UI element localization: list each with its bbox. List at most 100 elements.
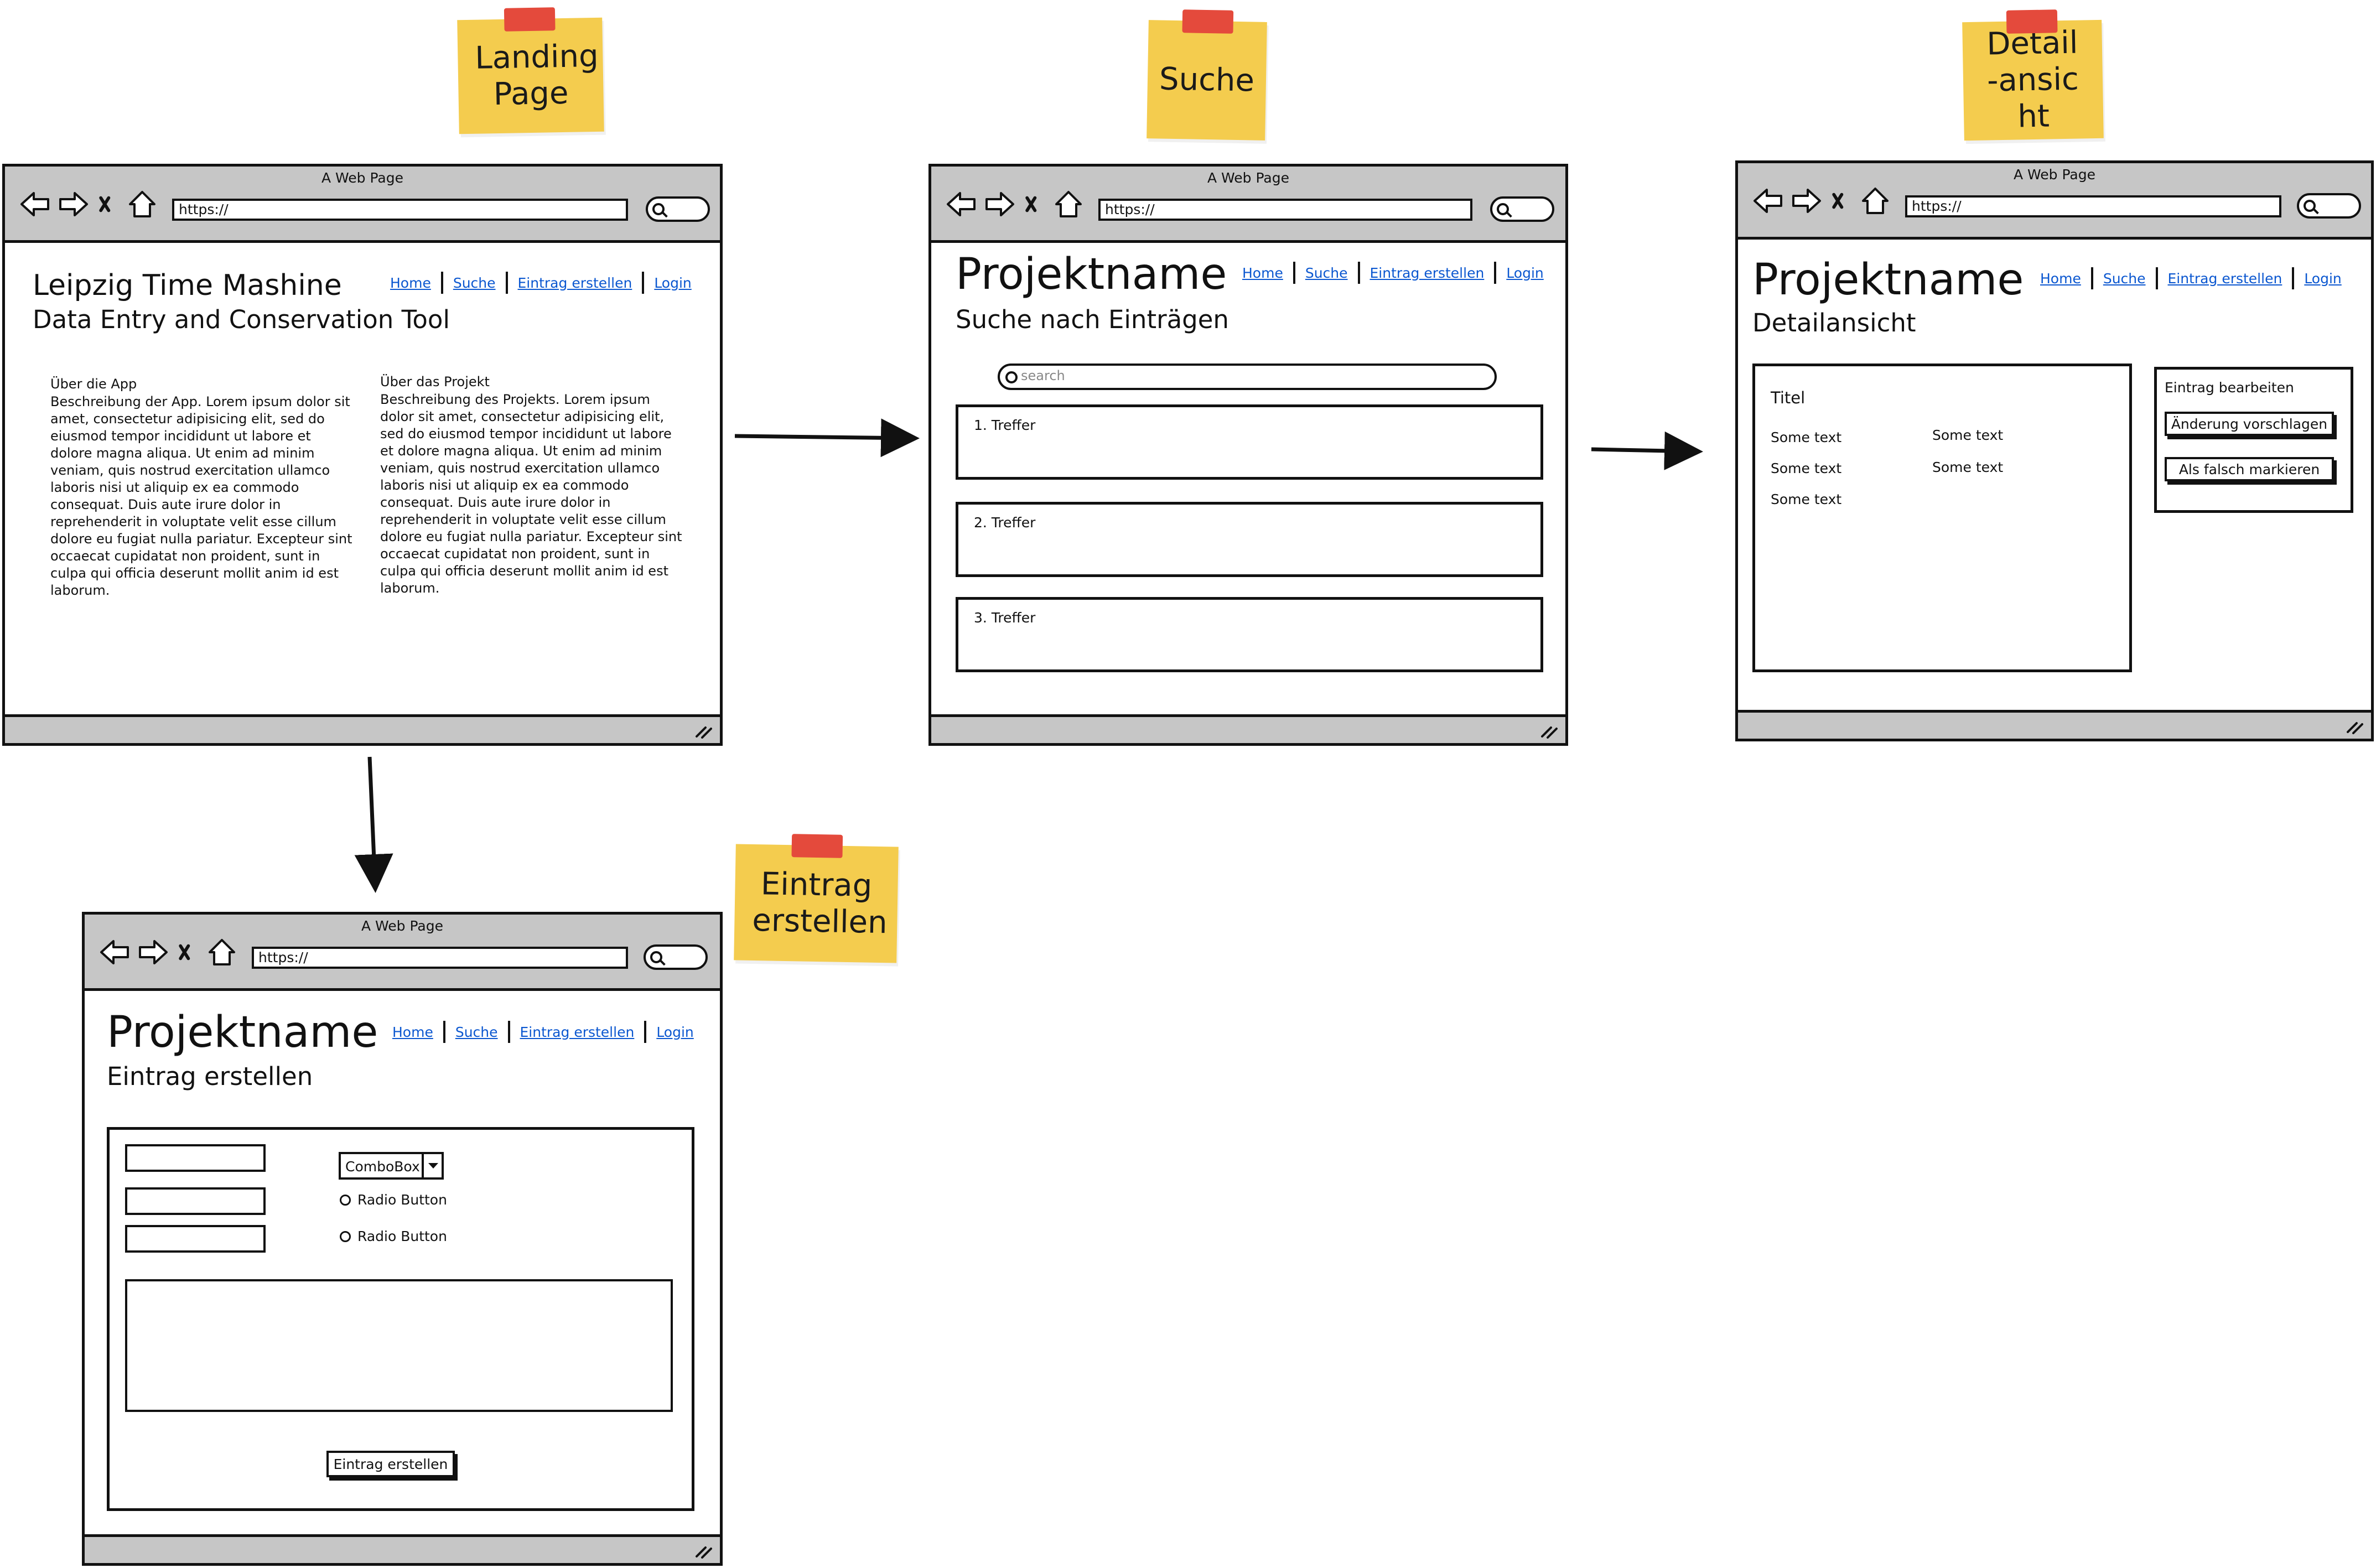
home-icon[interactable] (127, 189, 158, 220)
nav-link-suche[interactable]: Suche (453, 275, 496, 291)
nav-link-login[interactable]: Login (2304, 271, 2341, 287)
nav-link-suche[interactable]: Suche (1305, 265, 1348, 281)
close-icon[interactable] (1023, 189, 1045, 220)
home-icon[interactable] (1053, 189, 1084, 220)
browser-search-icon[interactable] (1490, 196, 1554, 222)
back-arrow-icon[interactable] (99, 937, 130, 968)
close-icon[interactable] (177, 937, 199, 968)
home-icon[interactable] (206, 937, 237, 968)
nav-link-suche[interactable]: Suche (455, 1024, 498, 1040)
url-input[interactable]: https:// (252, 947, 628, 969)
detail-text: Some text (1771, 491, 1842, 507)
text-field[interactable] (125, 1187, 266, 1215)
browser-statusbar (85, 1534, 720, 1563)
app-heading: Über die App (50, 376, 137, 392)
radio-option[interactable]: Radio Button (340, 1192, 447, 1208)
close-icon[interactable] (97, 189, 119, 220)
create-entry-button[interactable]: Eintrag erstellen (326, 1451, 455, 1477)
browser-titlebar: A Web Page https:// (1738, 163, 2371, 240)
edit-panel-title: Eintrag bearbeiten (2165, 380, 2294, 396)
nav-link-eintrag-erstellen[interactable]: Eintrag erstellen (1370, 265, 1485, 281)
forward-arrow-icon[interactable] (1791, 185, 1822, 216)
browser-statusbar (5, 714, 720, 743)
browser-search-icon[interactable] (646, 196, 710, 222)
nav-link-eintrag-erstellen[interactable]: Eintrag erstellen (520, 1024, 635, 1040)
top-nav: Home Suche Eintrag erstellen Login (392, 1021, 694, 1043)
result-item[interactable]: 2. Treffer (956, 502, 1543, 577)
combobox[interactable]: ComboBox (339, 1152, 444, 1180)
page-subtitle: Eintrag erstellen (107, 1062, 313, 1091)
resize-grip-icon[interactable] (1539, 723, 1558, 739)
entry-form: ComboBox Radio Button Radio Button Eintr… (107, 1127, 694, 1511)
browser-search-icon[interactable] (2297, 193, 2361, 219)
url-input[interactable]: https:// (1905, 195, 2281, 217)
close-icon[interactable] (1830, 185, 1852, 216)
browser-window-detail: A Web Page https:// Projektname Detailan… (1735, 160, 2374, 741)
nav-link-suche[interactable]: Suche (2103, 271, 2146, 287)
radio-option[interactable]: Radio Button (340, 1228, 447, 1244)
nav-link-login[interactable]: Login (656, 1024, 693, 1040)
nav-link-login[interactable]: Login (654, 275, 691, 291)
radio-label: Radio Button (357, 1192, 447, 1208)
nav-link-home[interactable]: Home (390, 275, 431, 291)
browser-window-suche: A Web Page https:// Projektname Suche na… (928, 164, 1568, 746)
page-subtitle: Data Entry and Conservation Tool (33, 305, 450, 334)
browser-titlebar: A Web Page https:// (85, 915, 720, 991)
nav-link-home[interactable]: Home (392, 1024, 433, 1040)
text-field[interactable] (125, 1225, 266, 1253)
home-icon[interactable] (1860, 185, 1891, 216)
browser-statusbar (931, 714, 1565, 743)
page-content: Projektname Suche nach Einträgen Home Su… (931, 243, 1565, 714)
window-title: A Web Page (2013, 167, 2096, 183)
suggest-change-button[interactable]: Änderung vorschlagen (2165, 412, 2334, 436)
result-item[interactable]: 1. Treffer (956, 404, 1543, 480)
forward-arrow-icon[interactable] (984, 189, 1015, 220)
window-title: A Web Page (321, 170, 404, 186)
search-input[interactable]: search (998, 364, 1497, 390)
browser-statusbar (1738, 710, 2371, 739)
url-input[interactable]: https:// (172, 199, 628, 221)
nav-link-eintrag-erstellen[interactable]: Eintrag erstellen (518, 275, 632, 291)
search-icon (1005, 371, 1018, 383)
resize-grip-icon[interactable] (693, 1543, 712, 1559)
nav-link-home[interactable]: Home (1242, 265, 1283, 281)
chevron-down-icon[interactable] (422, 1154, 442, 1177)
nav-link-eintrag-erstellen[interactable]: Eintrag erstellen (2168, 271, 2282, 287)
browser-search-icon[interactable] (644, 944, 708, 970)
radio-circle[interactable] (340, 1230, 351, 1242)
resize-grip-icon[interactable] (2344, 719, 2363, 734)
back-arrow-icon[interactable] (19, 189, 50, 220)
page-content: Projektname Detailansicht Home Suche Ein… (1738, 240, 2371, 710)
textarea[interactable] (125, 1279, 673, 1412)
url-input[interactable]: https:// (1098, 199, 1472, 221)
top-nav: Home Suche Eintrag erstellen Login (390, 272, 692, 294)
combobox-value: ComboBox (345, 1159, 420, 1175)
page-subtitle: Detailansicht (1752, 308, 1916, 338)
page-content: Projektname Eintrag erstellen Home Suche… (85, 991, 720, 1534)
page-title: Leipzig Time Mashine (33, 269, 342, 302)
browser-titlebar: A Web Page https:// (931, 167, 1565, 243)
forward-arrow-icon[interactable] (138, 937, 169, 968)
window-title: A Web Page (361, 918, 444, 934)
detail-text: Some text (1932, 427, 2004, 443)
page-title: Projektname (956, 250, 1227, 299)
browser-titlebar: A Web Page https:// (5, 167, 720, 243)
text-field[interactable] (125, 1144, 266, 1172)
mark-wrong-button[interactable]: Als falsch markieren (2165, 457, 2334, 481)
app-description: Beschreibung der App. Lorem ipsum dolor … (50, 394, 352, 598)
detail-card: Titel Some text Some text Some text Some… (1752, 364, 2132, 672)
top-nav: Home Suche Eintrag erstellen Login (1242, 262, 1544, 284)
page-subtitle: Suche nach Einträgen (956, 305, 1229, 334)
page-title: Projektname (1752, 255, 2024, 305)
radio-circle[interactable] (340, 1194, 351, 1206)
forward-arrow-icon[interactable] (58, 189, 89, 220)
search-placeholder: search (1021, 368, 1065, 383)
detail-card-title: Titel (1771, 388, 1806, 407)
nav-link-login[interactable]: Login (1506, 265, 1543, 281)
back-arrow-icon[interactable] (946, 189, 977, 220)
detail-text: Some text (1932, 459, 2004, 475)
back-arrow-icon[interactable] (1752, 185, 1783, 216)
resize-grip-icon[interactable] (693, 723, 712, 739)
nav-link-home[interactable]: Home (2040, 271, 2081, 287)
result-item[interactable]: 3. Treffer (956, 597, 1543, 672)
